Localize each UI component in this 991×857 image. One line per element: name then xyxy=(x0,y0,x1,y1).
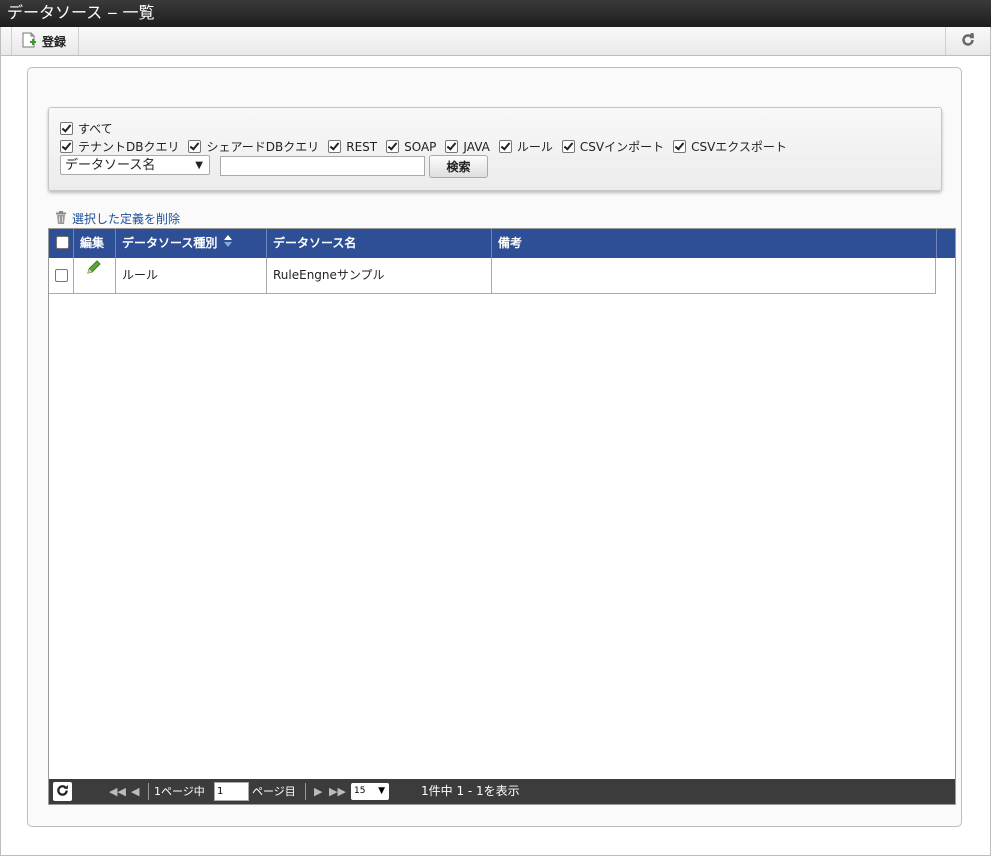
register-button[interactable]: 登録 xyxy=(11,27,80,55)
pager-refresh-button[interactable] xyxy=(53,782,72,801)
datasource-table: 編集 データソース種別 データソース名 備考 ルール RuleEngneサンプル xyxy=(48,228,956,805)
filter-option-checkbox[interactable] xyxy=(498,140,512,153)
row-select-cell xyxy=(49,258,74,293)
window-title: データソース ‒ 一覧 xyxy=(7,3,155,22)
filter-option-checkbox[interactable] xyxy=(445,140,459,153)
pager-separator xyxy=(305,783,306,800)
filter-option-rest[interactable]: REST xyxy=(328,140,377,154)
filter-option-label: ルール xyxy=(516,140,553,154)
register-label: 登録 xyxy=(42,34,67,49)
page-prefix: 1ページ中 xyxy=(154,785,205,798)
first-page-icon[interactable]: ◀◀ xyxy=(109,779,126,804)
rows-per-page-value: 15 xyxy=(354,786,366,796)
filter-option-tenant-db[interactable]: テナントDBクエリ xyxy=(60,138,179,155)
table-header: 編集 データソース種別 データソース名 備考 xyxy=(49,229,955,258)
sort-icon xyxy=(223,229,232,258)
filter-option-label: JAVA xyxy=(463,139,490,154)
rows-per-page-select[interactable]: 15 ▼ xyxy=(351,783,389,800)
filter-option-checkbox[interactable] xyxy=(188,140,202,153)
page-number-input[interactable]: 1 xyxy=(214,782,249,801)
filter-option-label: シェアードDBクエリ xyxy=(206,140,320,154)
filter-option-label: テナントDBクエリ xyxy=(78,140,180,154)
filter-option-rule[interactable]: ルール xyxy=(498,138,553,155)
filter-option-checkbox[interactable] xyxy=(673,140,687,153)
filter-option-label: CSVエクスポート xyxy=(691,140,787,154)
row-edit-cell xyxy=(74,258,116,293)
header-type[interactable]: データソース種別 xyxy=(116,229,267,258)
header-note: 備考 xyxy=(492,229,937,258)
filter-panel: すべて テナントDBクエリ シェアードDBクエリ REST SOAP JAVA … xyxy=(48,107,942,191)
filter-option-label: REST xyxy=(346,139,378,154)
prev-page-icon[interactable]: ◀ xyxy=(131,779,139,804)
dropdown-arrow-icon: ▼ xyxy=(195,160,203,171)
last-page-icon[interactable]: ▶▶ xyxy=(329,779,346,804)
search-input[interactable] xyxy=(220,156,425,176)
filter-option-label: CSVインポート xyxy=(579,140,665,154)
filter-option-checkbox[interactable] xyxy=(328,140,342,153)
dropdown-arrow-icon: ▼ xyxy=(378,786,385,796)
page-suffix: ページ目 xyxy=(252,785,296,798)
next-page-icon[interactable]: ▶ xyxy=(314,779,322,804)
row-checkbox[interactable] xyxy=(55,269,68,282)
filter-all-label: すべて xyxy=(78,122,113,136)
filter-option-checkbox[interactable] xyxy=(561,140,575,153)
toolbar-refresh-button[interactable] xyxy=(945,27,990,55)
edit-pencil-icon[interactable] xyxy=(86,254,102,289)
row-type: ルール xyxy=(116,258,267,293)
row-note xyxy=(492,258,936,293)
pager-summary: 1件中 1 - 1を表示 xyxy=(421,784,520,798)
delete-selected-label: 選択した定義を削除 xyxy=(72,212,181,226)
trash-icon xyxy=(55,210,67,227)
filter-option-csv-export[interactable]: CSVエクスポート xyxy=(673,138,787,155)
search-field-select[interactable]: データソース名 ▼ xyxy=(60,155,210,175)
header-name[interactable]: データソース名 xyxy=(267,229,492,258)
filter-option-label: SOAP xyxy=(404,139,437,154)
refresh-icon xyxy=(961,30,975,50)
toolbar: 登録 xyxy=(0,27,991,56)
header-select-all[interactable] xyxy=(49,229,74,258)
search-button[interactable]: 検索 xyxy=(429,155,488,178)
search-field-value: データソース名 xyxy=(65,158,156,173)
filter-option-checkbox[interactable] xyxy=(60,140,73,153)
title-bar: データソース ‒ 一覧 xyxy=(0,0,991,27)
pager-separator xyxy=(148,783,149,800)
header-type-label: データソース種別 xyxy=(122,236,218,250)
refresh-icon xyxy=(56,784,69,800)
filter-option-java[interactable]: JAVA xyxy=(445,139,490,154)
pager: ◀◀ ◀ 1ページ中 1 ページ目 ▶ ▶▶ 15 ▼ 1件中 1 - 1を表示 xyxy=(49,779,955,804)
new-document-icon xyxy=(22,32,36,51)
filter-option-soap[interactable]: SOAP xyxy=(386,140,436,154)
select-all-checkbox[interactable] xyxy=(56,236,69,249)
filter-option-csv-import[interactable]: CSVインポート xyxy=(561,138,665,155)
filter-option-checkbox[interactable] xyxy=(386,140,400,153)
row-name: RuleEngneサンプル xyxy=(267,258,492,293)
filter-all-checkbox[interactable] xyxy=(60,122,73,135)
delete-selected-link[interactable]: 選択した定義を削除 xyxy=(55,210,180,227)
filter-options: テナントDBクエリ シェアードDBクエリ REST SOAP JAVA ルール … xyxy=(60,138,796,155)
table-row: ルール RuleEngneサンプル xyxy=(49,258,936,294)
filter-option-shared-db[interactable]: シェアードDBクエリ xyxy=(188,138,319,155)
